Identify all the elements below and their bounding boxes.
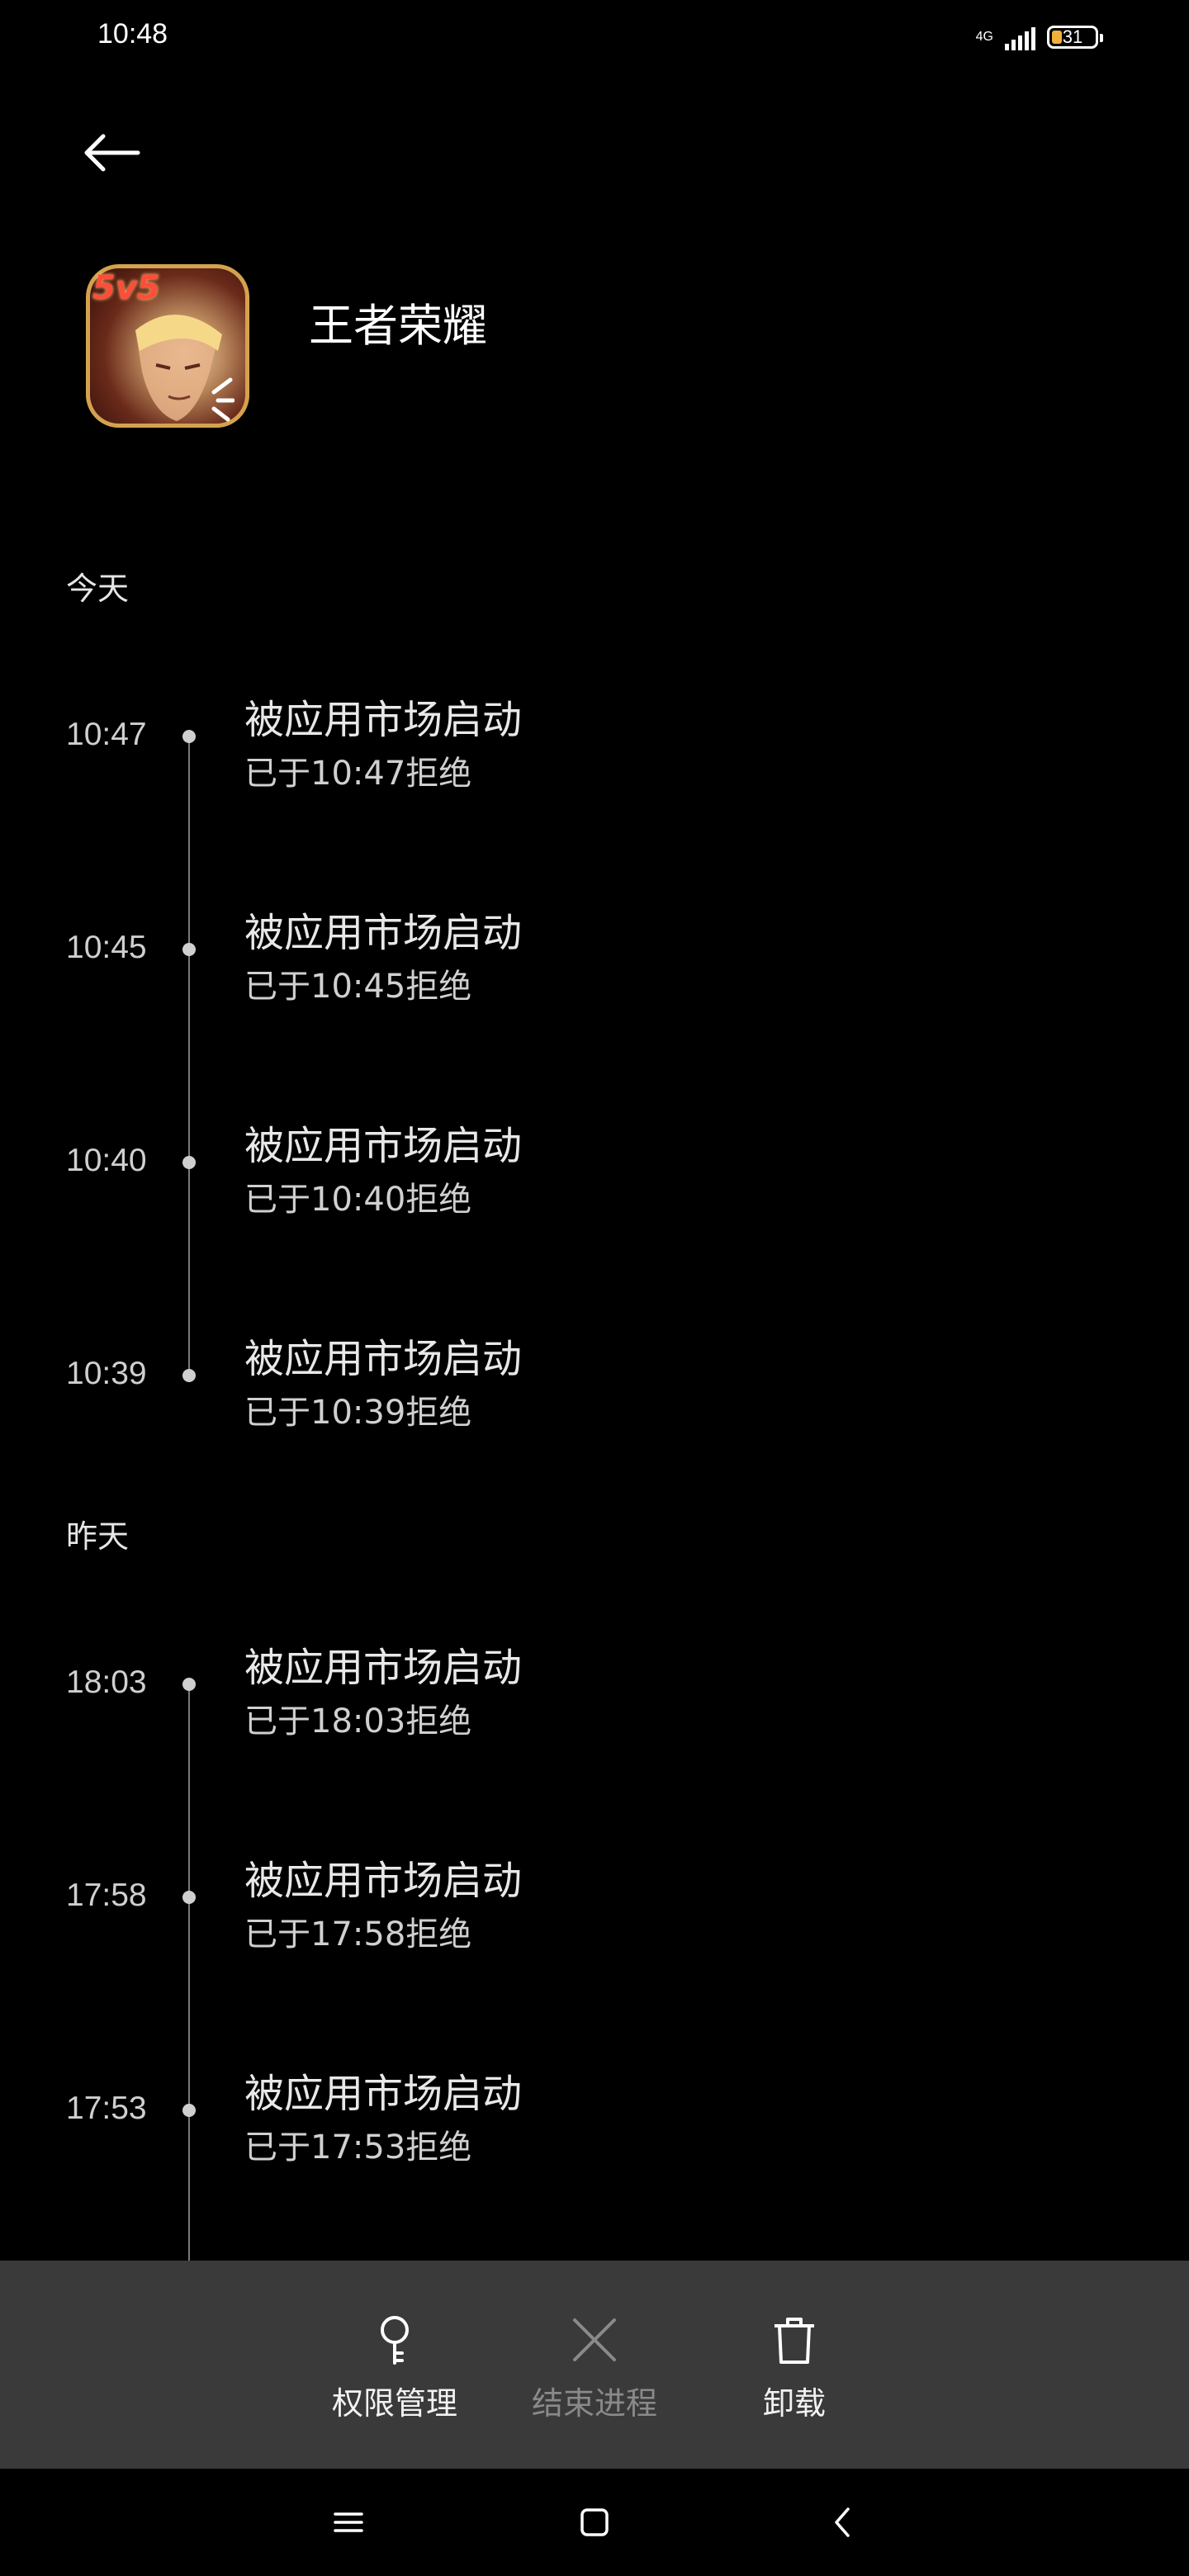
app-name: 王者荣耀: [309, 300, 487, 352]
signal-icon: [1005, 24, 1035, 50]
key-icon: [381, 2316, 409, 2365]
arrow-left-icon: [84, 134, 140, 172]
recent-apps-button[interactable]: [315, 2493, 381, 2551]
end-process-label: 结束进程: [531, 2385, 657, 2422]
entry-title: 被应用市场启动: [244, 1123, 523, 1169]
uninstall-button[interactable]: 卸载: [712, 2310, 877, 2423]
entry-title: 被应用市场启动: [244, 910, 523, 956]
chevron-left-icon: [835, 2507, 850, 2537]
status-indicators: 4G 31: [975, 17, 1103, 58]
menu-icon: [334, 2512, 363, 2532]
entry-time: 17:53: [66, 2091, 147, 2126]
battery-level: 31: [1062, 26, 1083, 47]
permissions-label: 权限管理: [331, 2385, 457, 2422]
system-back-button[interactable]: [809, 2493, 875, 2551]
app-icon-badge: 5v5: [92, 269, 160, 307]
entry-subtitle: 已于10:45拒绝: [244, 968, 472, 1006]
timeline-dot: [182, 1678, 196, 1691]
entry-subtitle: 已于10:39拒绝: [244, 1394, 472, 1432]
timeline-dot: [182, 1156, 196, 1169]
close-icon: [573, 2318, 616, 2361]
entry-subtitle: 已于10:40拒绝: [244, 1181, 472, 1219]
end-process-button[interactable]: 结束进程: [512, 2310, 677, 2423]
entry-time: 17:58: [66, 1878, 147, 1913]
entry-title: 被应用市场启动: [244, 1858, 523, 1904]
back-button[interactable]: [74, 116, 149, 190]
timeline-line: [188, 736, 190, 1380]
entry-time: 10:39: [66, 1356, 147, 1391]
section-label-yesterday: 昨天: [66, 1518, 130, 1555]
entry-title: 被应用市场启动: [244, 1645, 523, 1691]
status-time: 10:48: [97, 18, 168, 50]
entry-time: 10:45: [66, 930, 147, 965]
entry-time: 18:03: [66, 1664, 147, 1700]
hero-portrait: [135, 315, 234, 422]
bottom-action-bar: 权限管理 结束进程 卸载: [0, 2261, 1189, 2469]
system-nav-bar: [0, 2469, 1189, 2576]
timeline-dot: [182, 943, 196, 956]
entry-subtitle: 已于10:47拒绝: [244, 755, 472, 793]
permissions-button[interactable]: 权限管理: [312, 2310, 477, 2423]
section-label-today: 今天: [66, 571, 130, 607]
entry-title: 被应用市场启动: [244, 1336, 523, 1382]
network-type: 4G: [975, 30, 993, 44]
entry-title: 被应用市场启动: [244, 2071, 523, 2117]
timeline-line: [188, 1684, 190, 2262]
entry-time: 10:40: [66, 1143, 147, 1178]
timeline-dot: [182, 730, 196, 743]
entry-subtitle: 已于17:58拒绝: [244, 1915, 472, 1953]
entry-subtitle: 已于17:53拒绝: [244, 2129, 472, 2166]
timeline-dot: [182, 1369, 196, 1382]
timeline-dot: [182, 2104, 196, 2117]
entry-subtitle: 已于18:03拒绝: [244, 1702, 472, 1740]
battery-icon: 31: [1047, 26, 1103, 49]
entry-title: 被应用市场启动: [244, 697, 523, 743]
uninstall-label: 卸载: [762, 2385, 826, 2422]
app-icon: 5v5: [86, 264, 249, 428]
entry-time: 10:47: [66, 717, 147, 752]
timeline-dot: [182, 1891, 196, 1904]
trash-icon: [775, 2318, 814, 2364]
home-square-icon: [580, 2508, 609, 2536]
home-button[interactable]: [561, 2493, 628, 2551]
